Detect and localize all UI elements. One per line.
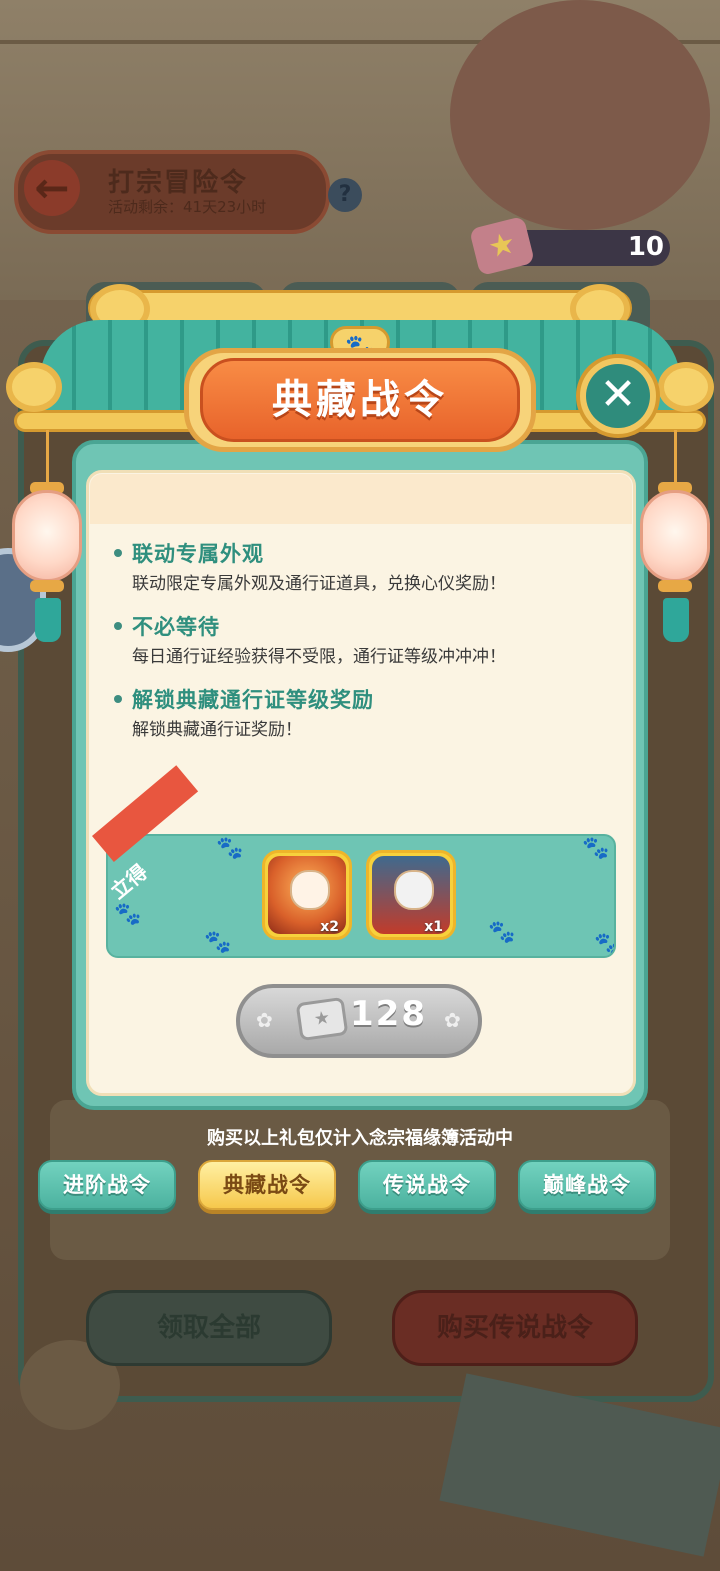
feature-description: 解锁典藏通行证奖励！ <box>132 720 302 740</box>
paw-icon: 🐾 <box>114 902 142 927</box>
buy-legend-pass-button: 购买传说战令 <box>392 1290 638 1366</box>
modal-title: 典藏战令 <box>272 377 448 423</box>
modal-header-band <box>90 474 632 524</box>
paw-icon: 🐾 <box>204 930 232 955</box>
tab-legend-pass[interactable]: 传说战令 <box>358 1160 496 1210</box>
opera-headdress-decoration <box>450 0 710 230</box>
reward-item[interactable]: x1 <box>366 850 456 940</box>
feature-description: 联动限定专属外观及通行证道具，兑换心仪奖励！ <box>132 574 506 594</box>
flower-icon: ✿ <box>444 1008 461 1032</box>
lantern-string <box>46 430 49 484</box>
bullet-icon <box>114 549 122 557</box>
paw-icon: 🐾 <box>594 932 614 956</box>
feature-title: 不必等待 <box>132 615 220 639</box>
tab-advanced-pass[interactable]: 进阶战令 <box>38 1160 176 1210</box>
currency-amount: 10 <box>627 232 664 262</box>
roof-end-left <box>6 362 62 412</box>
reward-quantity: x1 <box>424 919 443 935</box>
ticket-icon: ★ <box>295 996 349 1042</box>
flower-icon: ✿ <box>256 1008 273 1032</box>
purchase-note: 购买以上礼包仅计入念宗福缘簿活动中 <box>207 1128 513 1149</box>
roof-end-right <box>658 362 714 412</box>
event-title: 打宗冒险令 <box>108 168 249 198</box>
paw-icon: 🐾 <box>582 836 610 861</box>
paw-icon: 🐾 <box>216 836 244 861</box>
paw-icon: 🐾 <box>488 920 516 945</box>
lantern-right <box>640 490 710 582</box>
back-arrow-icon: ← <box>24 160 80 216</box>
help-icon: ? <box>328 178 362 212</box>
cat-face-icon <box>290 870 330 910</box>
feature-description: 每日通行证经验获得不受限，通行证等级冲冲冲！ <box>132 647 506 667</box>
lantern-string <box>674 430 677 484</box>
lantern-tassel <box>663 598 689 642</box>
reward-quantity: x2 <box>320 919 339 935</box>
feature-title: 联动专属外观 <box>132 542 264 566</box>
purchase-price[interactable]: 128 <box>350 994 427 1034</box>
event-remaining-time: 活动剩余：41天23小时 <box>108 198 267 216</box>
lantern-cap <box>658 580 692 592</box>
bullet-icon <box>114 622 122 630</box>
claim-all-button: 领取全部 <box>86 1290 332 1366</box>
close-icon[interactable]: ✕ <box>586 364 650 428</box>
reward-item[interactable]: x2 <box>262 850 352 940</box>
cat-face-icon <box>394 870 434 910</box>
bullet-icon <box>114 695 122 703</box>
tab-peak-pass[interactable]: 巅峰战令 <box>518 1160 656 1210</box>
feature-title: 解锁典藏通行证等级奖励 <box>132 688 374 712</box>
tab-collector-pass[interactable]: 典藏战令 <box>198 1160 336 1210</box>
instant-reward-panel: 🐾 🐾 🐾 🐾 🐾 🐾 <box>106 834 616 958</box>
lantern-tassel <box>35 598 61 642</box>
lantern-cap <box>30 580 64 592</box>
lantern-left <box>12 490 82 582</box>
